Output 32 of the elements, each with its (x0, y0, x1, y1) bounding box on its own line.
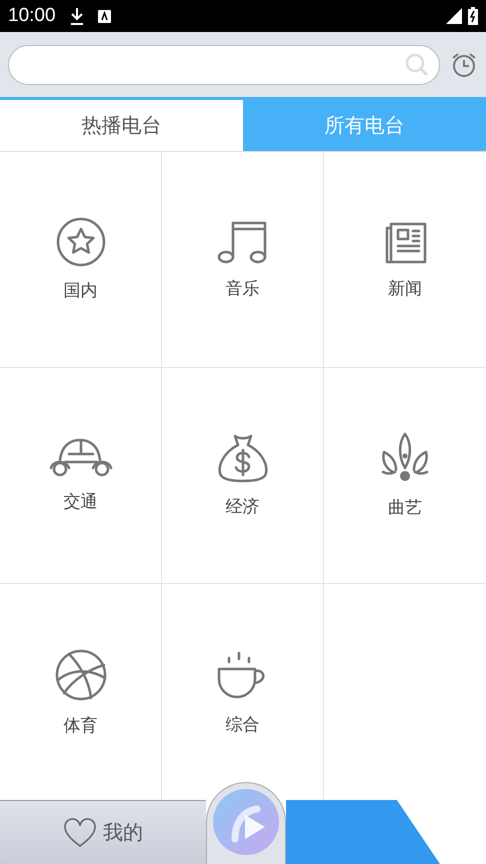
favorites-tab[interactable]: 我的 (0, 800, 206, 864)
category-label: 交通 (64, 491, 98, 513)
basketball-icon (54, 648, 108, 702)
category-label: 曲艺 (388, 497, 422, 519)
car-icon (48, 438, 114, 478)
category-label: 体育 (64, 714, 98, 736)
category-button[interactable]: 体育 (54, 648, 108, 736)
search-field[interactable] (8, 44, 440, 84)
category-button[interactable]: 曲艺 (379, 432, 431, 519)
category-label: 综合 (226, 714, 260, 736)
category-label: 新闻 (388, 278, 422, 300)
battery-icon (468, 7, 478, 25)
music-note-icon (216, 219, 268, 265)
keyboard-icon (98, 10, 111, 22)
category-button[interactable]: 音乐 (216, 219, 268, 300)
play-button[interactable] (206, 782, 286, 864)
search-icon[interactable] (405, 52, 429, 76)
status-time: 10:00 (8, 5, 56, 27)
category-button[interactable]: 新闻 (382, 219, 428, 300)
category-button[interactable]: 国内 (56, 217, 106, 302)
alarm-clock-icon[interactable] (450, 50, 478, 78)
category-label: 经济 (226, 496, 260, 518)
heart-icon (63, 818, 97, 848)
category-label: 国内 (64, 280, 98, 302)
download-icon (70, 7, 84, 25)
category-button[interactable]: 经济 (214, 433, 270, 518)
lotus-icon (379, 432, 431, 484)
category-button[interactable]: 交通 (48, 438, 114, 513)
category-button[interactable]: 综合 (214, 648, 270, 736)
play-icon (213, 789, 279, 855)
signal-icon (446, 8, 462, 24)
category-label: 音乐 (226, 278, 260, 300)
